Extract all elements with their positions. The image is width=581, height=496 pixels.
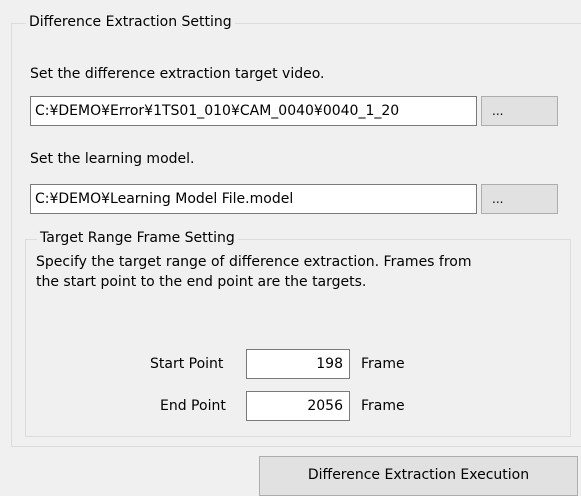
difference-extraction-execute-button[interactable]: Difference Extraction Execution [259,456,578,496]
frame-range-description-line2: the start point to the end point are the… [36,274,367,290]
model-browse-button[interactable]: ... [481,184,558,214]
model-label: Set the learning model. [30,151,195,167]
end-point-input[interactable]: 2056 [246,391,350,421]
end-point-unit: Frame [361,398,405,414]
video-path-field[interactable]: C:¥DEMO¥Error¥1TS01_010¥CAM_0040¥0040_1_… [30,96,477,126]
start-point-unit: Frame [361,356,405,372]
end-point-label: End Point [160,398,226,414]
start-point-label: Start Point [150,356,224,372]
frame-range-description-line1: Specify the target range of difference e… [36,254,472,270]
start-point-input[interactable]: 198 [246,349,350,379]
frame-range-group-title: Target Range Frame Setting [37,229,238,247]
model-path-field[interactable]: C:¥DEMO¥Learning Model File.model [30,184,477,214]
video-label: Set the difference extraction target vid… [30,66,325,82]
difference-extraction-group-title: Difference Extraction Setting [26,13,235,31]
video-browse-button[interactable]: ... [481,96,558,126]
